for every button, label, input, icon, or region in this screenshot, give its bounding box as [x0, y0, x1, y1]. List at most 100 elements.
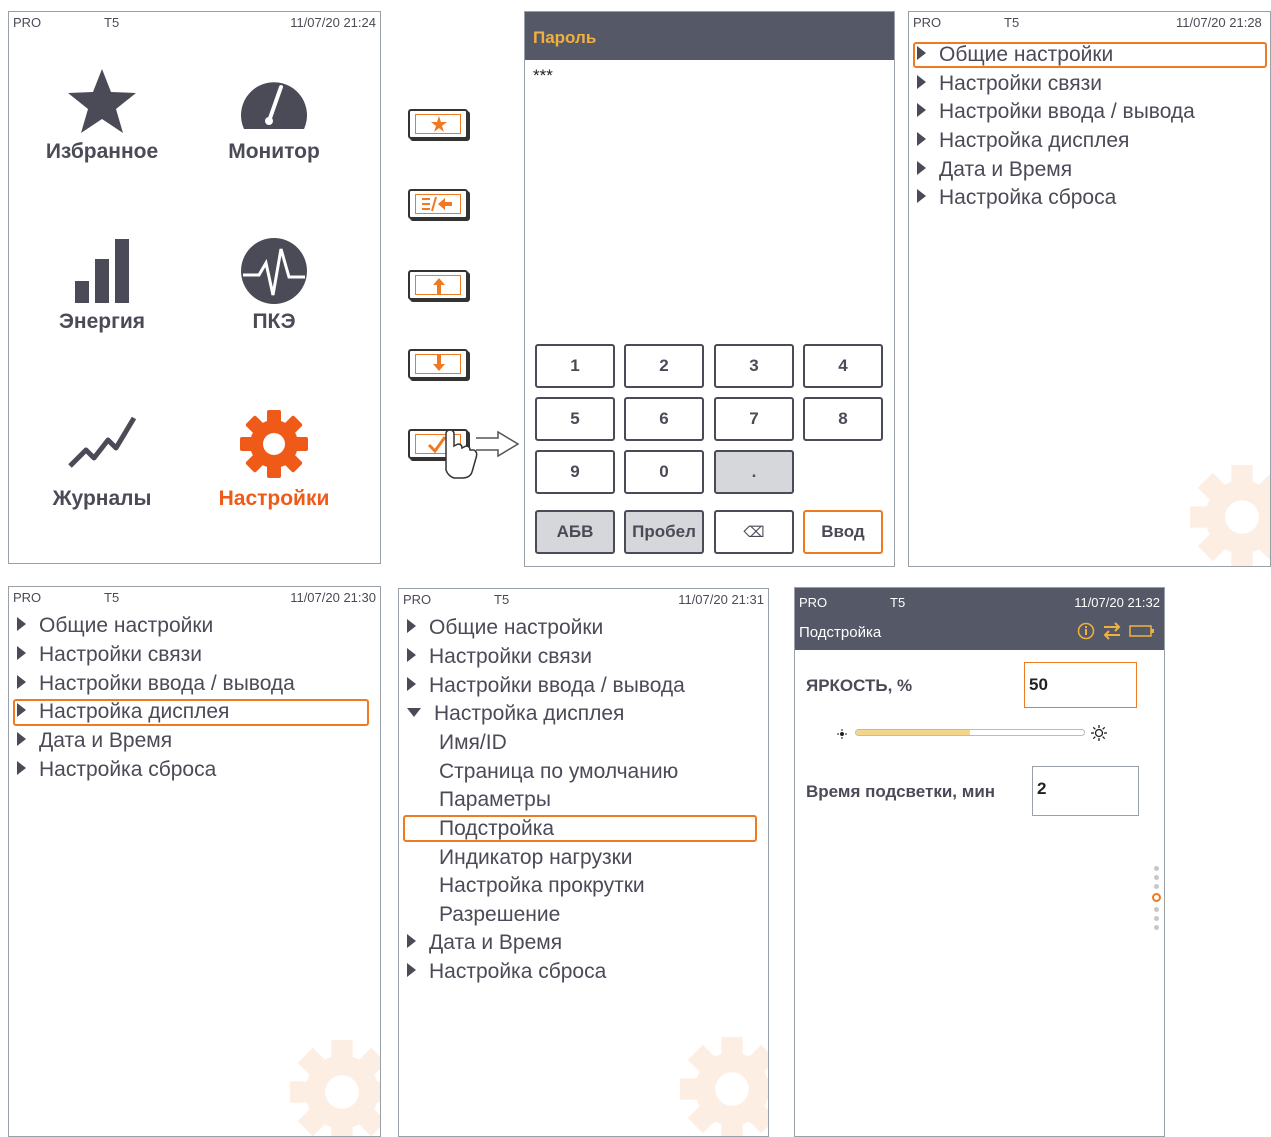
sub-item-scroll-settings[interactable]: Настройка прокрутки — [439, 874, 645, 898]
status-bar: PRO T5 11/07/20 21:31 — [399, 589, 768, 611]
abc-key[interactable]: АБВ — [535, 510, 615, 554]
menu-item-general[interactable]: Общие настройки — [17, 614, 213, 638]
menu-item-communication[interactable]: Настройки связи — [917, 72, 1102, 96]
key-6[interactable]: 6 — [624, 397, 704, 441]
key-0[interactable]: 0 — [624, 450, 704, 494]
up-arrow-button[interactable] — [408, 270, 468, 300]
page-indicator — [1152, 866, 1161, 934]
menu-item-io[interactable]: Настройки ввода / вывода — [917, 100, 1195, 124]
clock: 11/07/20 21:24 — [290, 15, 376, 30]
device-label: PRO — [913, 15, 942, 30]
device-label: PRO — [799, 595, 828, 610]
up-arrow-icon — [433, 278, 445, 294]
key-2[interactable]: 2 — [624, 344, 704, 388]
password-input[interactable]: *** — [533, 66, 553, 86]
brightness-slider-fill — [856, 730, 970, 735]
gauge-icon — [241, 82, 307, 129]
backlight-input[interactable]: 2 — [1032, 766, 1139, 816]
sub-item-adjustment[interactable]: Подстройка — [439, 817, 554, 841]
background-gear-icon — [290, 1040, 380, 1136]
star-icon — [431, 116, 447, 132]
sub-item-parameters[interactable]: Параметры — [439, 788, 551, 812]
menu-back-button[interactable] — [408, 189, 468, 219]
key-3[interactable]: 3 — [714, 344, 794, 388]
page-dot — [1153, 907, 1159, 912]
enter-key[interactable]: Ввод — [803, 510, 883, 554]
menu-item-display[interactable]: Настройка дисплея — [917, 129, 1129, 153]
channel-label: T5 — [890, 595, 906, 610]
key-7[interactable]: 7 — [714, 397, 794, 441]
device-label: PRO — [13, 15, 42, 30]
main-menu-screen: PRO T5 11/07/20 21:24 Избранное Монитор … — [8, 11, 381, 564]
menu-item-display-expanded[interactable]: Настройка дисплея — [407, 702, 624, 726]
key-9[interactable]: 9 — [535, 450, 615, 494]
channel-label: T5 — [1004, 15, 1020, 30]
tile-label: Избранное — [45, 140, 159, 163]
tile-label: Журналы — [52, 487, 152, 510]
menu-item-datetime[interactable]: Дата и Время — [17, 729, 172, 753]
menu-item-communication[interactable]: Настройки связи — [17, 643, 202, 667]
display-submenu-screen: PRO T5 11/07/20 21:31 Общие настройки На… — [398, 588, 769, 1137]
sub-item-load-indicator[interactable]: Индикатор нагрузки — [439, 846, 633, 870]
backspace-key[interactable]: ⌫ — [714, 510, 794, 554]
settings-menu-screen-1: PRO T5 11/07/20 21:28 Общие настройки На… — [908, 11, 1271, 567]
brightness-slider[interactable] — [855, 729, 1085, 736]
dialog-header: Пароль — [525, 12, 894, 60]
adjustment-screen: PRO T5 11/07/20 21:32 Подстройка ЯРКОСТЬ… — [794, 587, 1165, 1137]
settings-menu-screen-2: PRO T5 11/07/20 21:30 Общие настройки На… — [8, 586, 381, 1137]
pulse-icon — [241, 238, 307, 304]
brightness-input[interactable]: 50 — [1024, 662, 1137, 708]
menu-item-reset[interactable]: Настройка сброса — [17, 758, 216, 782]
background-gear-icon — [1190, 465, 1270, 566]
star-button[interactable] — [408, 109, 468, 139]
screen-title: Подстройка — [799, 624, 882, 641]
info-icon — [1077, 622, 1095, 640]
menu-item-reset[interactable]: Настройка сброса — [407, 960, 606, 984]
clock: 11/07/20 21:32 — [1074, 595, 1160, 610]
key-5[interactable]: 5 — [535, 397, 615, 441]
key-4[interactable]: 4 — [803, 344, 883, 388]
key-1[interactable]: 1 — [535, 344, 615, 388]
channel-label: T5 — [494, 592, 510, 607]
exchange-icon — [1103, 622, 1121, 640]
menu-item-reset[interactable]: Настройка сброса — [917, 186, 1116, 210]
battery-icon — [1129, 625, 1154, 637]
page-dot — [1153, 925, 1159, 930]
space-key[interactable]: Пробел — [624, 510, 704, 554]
menu-item-general[interactable]: Общие настройки — [917, 43, 1113, 67]
down-arrow-button[interactable] — [408, 349, 468, 379]
clock: 11/07/20 21:28 — [1176, 15, 1262, 30]
page-dot-active — [1152, 893, 1161, 902]
gear-icon — [240, 410, 308, 478]
menu-back-icon — [422, 196, 452, 212]
tile-journals[interactable]: Журналы — [22, 412, 182, 511]
status-bar: PRO T5 11/07/20 21:24 — [9, 12, 380, 34]
sub-item-default-page[interactable]: Страница по умолчанию — [439, 760, 678, 784]
menu-item-datetime[interactable]: Дата и Время — [917, 158, 1072, 182]
key-8[interactable]: 8 — [803, 397, 883, 441]
menu-item-display[interactable]: Настройка дисплея — [17, 700, 229, 724]
tile-monitor[interactable]: Монитор — [194, 67, 354, 164]
menu-item-general[interactable]: Общие настройки — [407, 616, 603, 640]
menu-item-datetime[interactable]: Дата и Время — [407, 931, 562, 955]
tile-settings[interactable]: Настройки — [194, 408, 354, 511]
status-bar: PRO T5 11/07/20 21:28 — [909, 12, 1270, 34]
page-dot — [1153, 866, 1159, 871]
dialog-title: Пароль — [533, 28, 597, 47]
tile-energy[interactable]: Энергия — [22, 237, 182, 334]
tile-favorites[interactable]: Избранное — [22, 67, 182, 164]
sun-small-icon — [837, 729, 847, 739]
star-icon — [68, 69, 136, 133]
menu-item-io[interactable]: Настройки ввода / вывода — [407, 674, 685, 698]
key-dot[interactable]: . — [714, 450, 794, 494]
tile-label: Настройки — [218, 487, 330, 510]
tile-label: Энергия — [58, 310, 146, 333]
tile-pqe[interactable]: ПКЭ — [194, 237, 354, 334]
sub-item-resolution[interactable]: Разрешение — [439, 903, 560, 927]
clock: 11/07/20 21:31 — [678, 592, 764, 607]
tile-label: ПКЭ — [252, 310, 296, 333]
sub-item-name-id[interactable]: Имя/ID — [439, 731, 507, 755]
menu-item-communication[interactable]: Настройки связи — [407, 645, 592, 669]
device-label: PRO — [403, 592, 432, 607]
menu-item-io[interactable]: Настройки ввода / вывода — [17, 672, 295, 696]
